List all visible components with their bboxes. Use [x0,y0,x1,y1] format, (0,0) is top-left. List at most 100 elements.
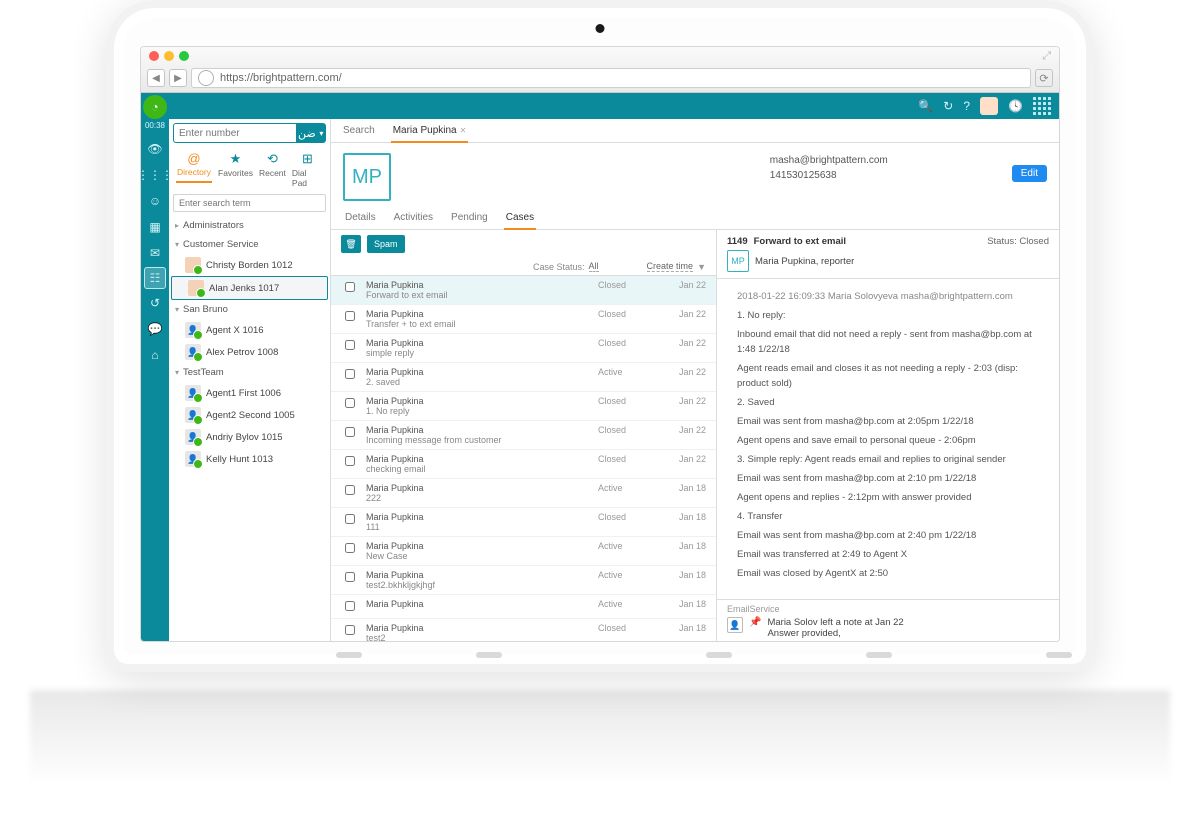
case-status-label: Case Status: [533,262,585,272]
directory-member[interactable]: 👤Agent2 Second 1005 [169,404,330,426]
case-checkbox[interactable] [345,427,355,437]
subtab-activities[interactable]: Activities [392,207,435,229]
refresh-icon[interactable]: ↻ [943,99,953,113]
directory-group[interactable]: Customer Service [169,235,330,254]
case-row[interactable]: Maria PupkinaActiveJan 18 [331,595,716,619]
main-tab-search[interactable]: Search [341,121,377,142]
case-checkbox[interactable] [345,282,355,292]
case-checkbox[interactable] [345,543,355,553]
dial-input[interactable] [173,123,297,143]
directory-member[interactable]: 👤Agent1 First 1006 [169,382,330,404]
apps-grid-icon[interactable] [1033,97,1051,115]
note-author: Maria Solov left a note at Jan 22 [767,617,903,628]
window-zoom-icon[interactable] [179,51,189,61]
rail-contacts-icon[interactable]: ☺ [141,189,169,213]
subtab-details[interactable]: Details [343,207,378,229]
rail-recent-icon[interactable]: ↺ [141,291,169,315]
window-close-icon[interactable] [149,51,159,61]
directory-search-input[interactable] [173,194,326,212]
case-row[interactable]: Maria Pupkinachecking emailClosedJan 22 [331,450,716,479]
case-checkbox[interactable] [345,572,355,582]
edit-button[interactable]: Edit [1012,165,1047,182]
subtab-pending[interactable]: Pending [449,207,490,229]
case-checkbox[interactable] [345,514,355,524]
globe-icon [198,70,214,86]
status-clock-icon[interactable]: ◔ [143,95,167,119]
tab-recent-label: Recent [259,168,286,178]
case-row[interactable]: Maria Pupkinasimple replyClosedJan 22 [331,334,716,363]
fullscreen-icon[interactable]: ⤢ [1042,50,1051,63]
cases-split: 🗑 Spam Case Status: All Create time ▼ [331,230,1059,641]
spam-button[interactable]: Spam [367,235,405,253]
tab-favorites[interactable]: ★Favorites [215,149,256,190]
rail-directory-icon[interactable]: ☷ [144,267,166,289]
case-status-filter[interactable]: All [589,261,599,272]
case-row[interactable]: Maria PupkinaTransfer + to ext emailClos… [331,305,716,334]
dial-call-button[interactable]: ضن [297,123,317,143]
case-row-status: Closed [598,425,652,435]
case-detail-body[interactable]: 2018-01-22 16:09:33 Maria Solovyeva mash… [717,279,1059,599]
reload-button[interactable]: ⟳ [1035,69,1053,87]
case-checkbox[interactable] [345,485,355,495]
tab-directory[interactable]: @Directory [173,149,215,190]
screen: ⤢ ◀ ▶ https://brightpattern.com/ ⟳ ◔ 00:… [140,46,1060,642]
timer-icon[interactable]: 🕓 [1008,99,1023,113]
case-checkbox[interactable] [345,311,355,321]
cases-header: Case Status: All Create time ▼ [331,258,716,276]
rail-chat-icon[interactable]: 💬 [141,317,169,341]
case-who: Maria Pupkina [366,338,590,348]
case-row[interactable]: Maria PupkinaForward to ext emailClosedJ… [331,276,716,305]
case-row[interactable]: Maria Pupkinatest2ClosedJan 18 [331,619,716,641]
rail-eye-icon[interactable]: 👁 [141,137,169,161]
search-icon[interactable]: 🔍 [918,99,933,113]
case-row[interactable]: Maria Pupkina2. savedActiveJan 22 [331,363,716,392]
case-row[interactable]: Maria Pupkina222ActiveJan 18 [331,479,716,508]
directory-member[interactable]: 👤Alex Petrov 1008 [169,341,330,363]
directory-member[interactable]: 👤Kelly Hunt 1013 [169,448,330,470]
case-who: Maria Pupkina [366,512,590,522]
nav-back-button[interactable]: ◀ [147,69,165,87]
case-checkbox[interactable] [345,369,355,379]
contact-header: MP masha@brightpattern.com 141530125638 … [331,143,1059,207]
close-icon[interactable]: ✕ [460,126,467,135]
address-bar[interactable]: https://brightpattern.com/ [191,68,1031,88]
directory-member[interactable]: 👤Agent X 1016 [169,319,330,341]
case-row[interactable]: Maria Pupkina111ClosedJan 18 [331,508,716,537]
case-checkbox[interactable] [345,340,355,350]
delete-button[interactable]: 🗑 [341,235,361,253]
main-tab-contact[interactable]: Maria Pupkina✕ [391,121,469,142]
case-checkbox[interactable] [345,625,355,635]
dial-dropdown-button[interactable]: ▾ [317,123,326,143]
case-row[interactable]: Maria PupkinaNew CaseActiveJan 18 [331,537,716,566]
rail-calendar-icon[interactable]: ▦ [141,215,169,239]
tab-recent[interactable]: ⟲Recent [256,149,289,190]
directory-member[interactable]: Alan Jenks 1017 [171,276,328,300]
tab-dialpad[interactable]: ⊞Dial Pad [289,149,326,190]
directory-group[interactable]: San Bruno [169,300,330,319]
window-minimize-icon[interactable] [164,51,174,61]
service-label: EmailService [727,604,1049,614]
help-icon[interactable]: ? [963,99,970,113]
rail-home-icon[interactable]: ⌂ [141,343,169,367]
directory-group[interactable]: Administrators [169,216,330,235]
case-checkbox[interactable] [345,398,355,408]
case-row[interactable]: Maria Pupkinatest2.bkhkljgkjhgfActiveJan… [331,566,716,595]
case-checkbox[interactable] [345,456,355,466]
cases-list[interactable]: Maria PupkinaForward to ext emailClosedJ… [331,276,716,641]
directory-icon: @ [187,151,200,166]
directory-member[interactable]: 👤Andriy Bylov 1015 [169,426,330,448]
rail-keypad-icon[interactable]: ⋮⋮⋮ [141,163,169,187]
case-checkbox[interactable] [345,601,355,611]
rail-inbox-icon[interactable]: ✉ [141,241,169,265]
directory-member[interactable]: Christy Borden 1012 [169,254,330,276]
sort-create-time[interactable]: Create time [647,261,694,272]
user-avatar[interactable] [980,97,998,115]
directory-group[interactable]: TestTeam [169,363,330,382]
case-row[interactable]: Maria Pupkina1. No replyClosedJan 22 [331,392,716,421]
laptop-foot [476,652,502,658]
case-row-status: Closed [598,623,652,633]
subtab-cases[interactable]: Cases [504,207,536,229]
case-row[interactable]: Maria PupkinaIncoming message from custo… [331,421,716,450]
nav-forward-button[interactable]: ▶ [169,69,187,87]
case-body-line: Email was sent from masha@bp.com at 2:05… [737,414,1047,429]
